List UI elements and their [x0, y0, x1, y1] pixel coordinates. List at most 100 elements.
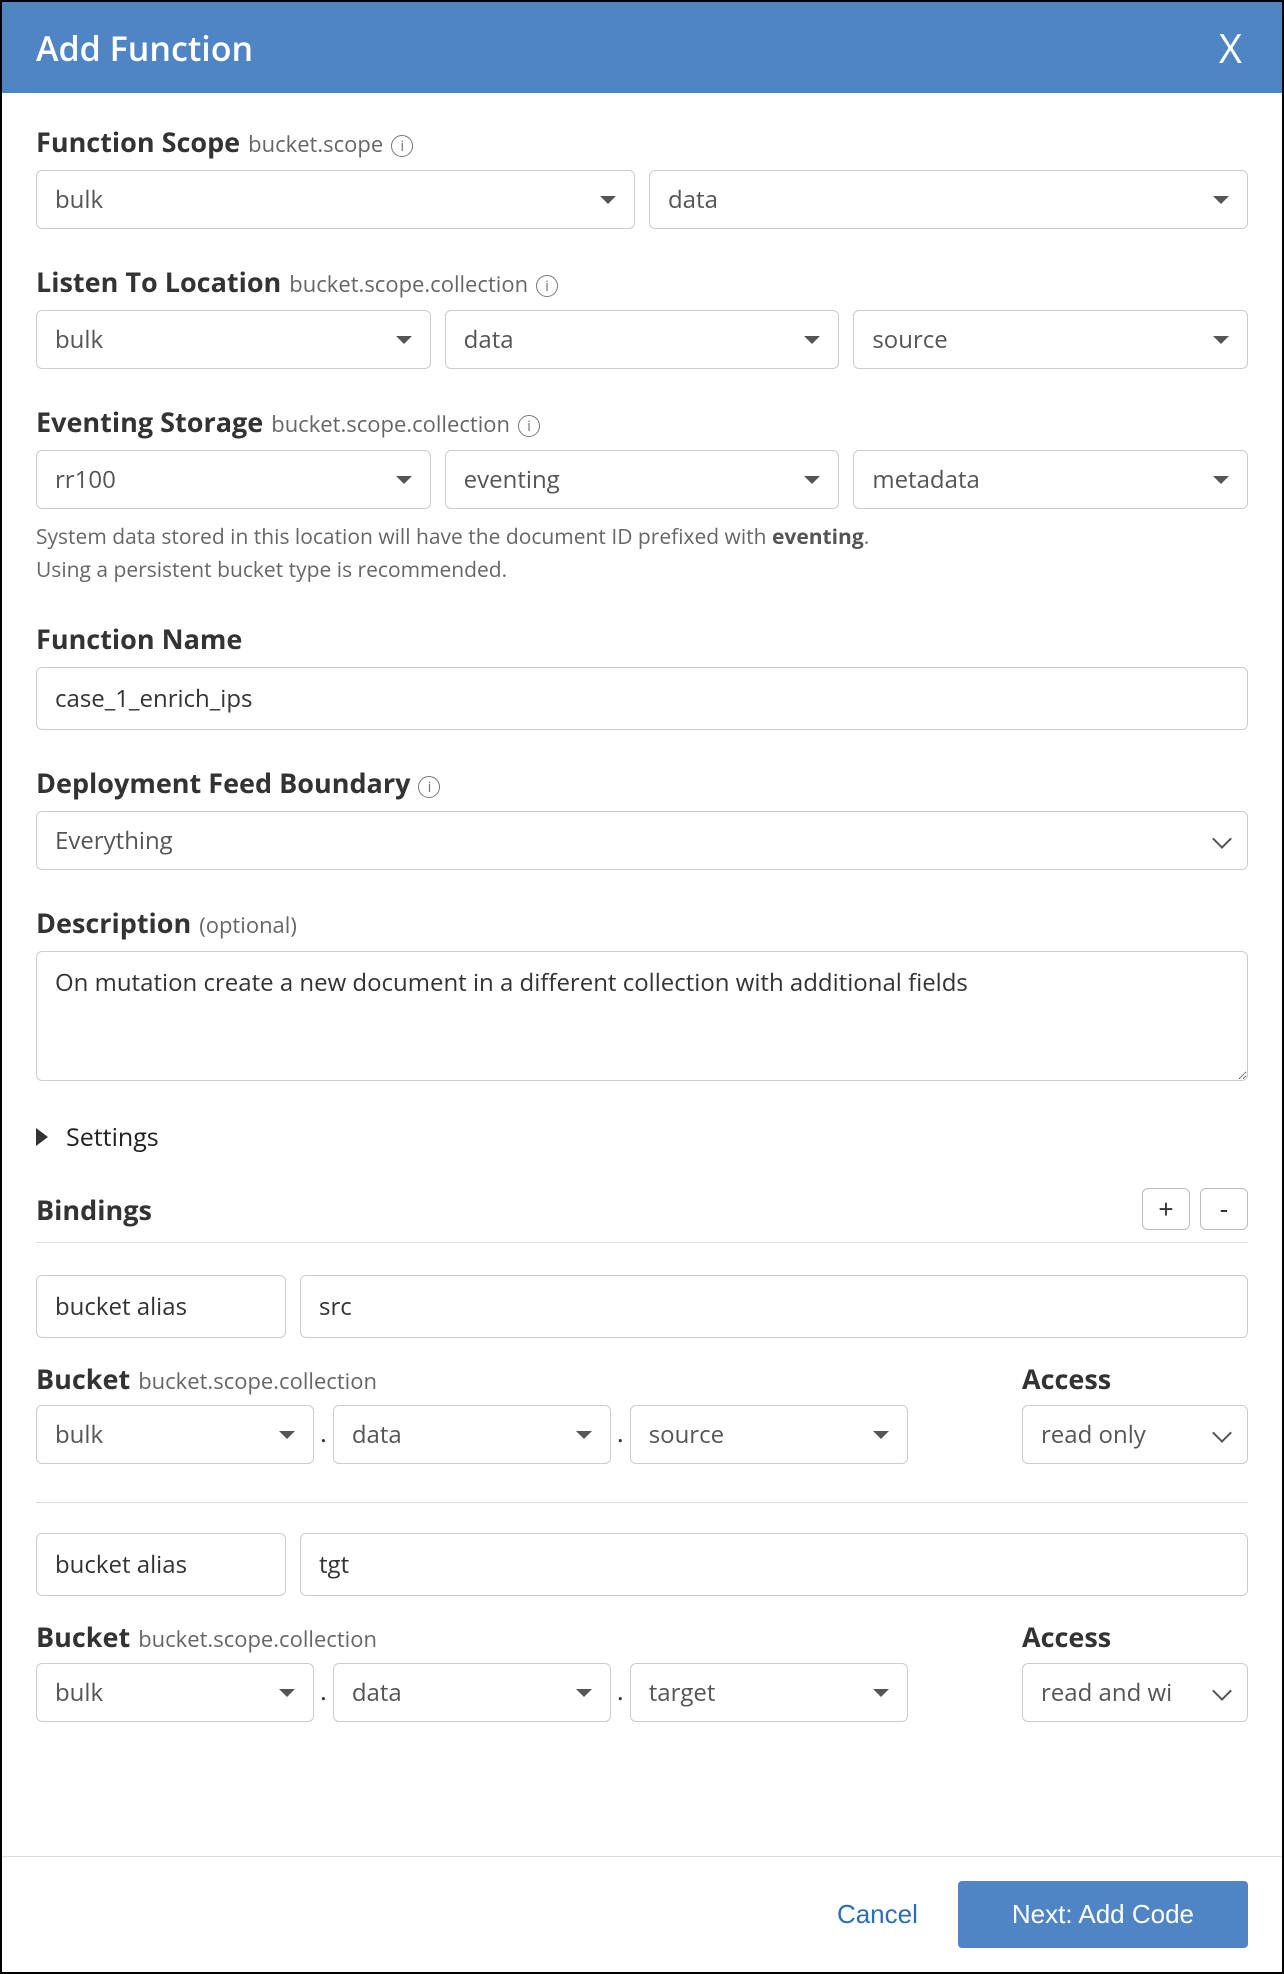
- storage-bucket-value: rr100: [55, 463, 116, 496]
- bindings-label: Bindings: [36, 1191, 152, 1228]
- binding-bucket-select[interactable]: bulk: [36, 1405, 314, 1464]
- binding-bucket-label-text: Bucket: [36, 1618, 130, 1655]
- feed-label-text: Deployment Feed Boundary: [36, 764, 410, 801]
- settings-toggle[interactable]: Settings: [36, 1120, 1248, 1154]
- feed-boundary-group: Deployment Feed Boundary i Everything: [36, 764, 1248, 870]
- storage-collection-value: metadata: [872, 463, 980, 496]
- info-icon[interactable]: i: [391, 135, 413, 157]
- binding-collection-select[interactable]: target: [630, 1663, 908, 1722]
- binding-bucket-label: Bucket bucket.scope.collection: [36, 1618, 962, 1655]
- listen-bucket-select[interactable]: bulk: [36, 310, 431, 369]
- dialog-titlebar: Add Function X: [2, 2, 1282, 93]
- binding-bucket-select[interactable]: bulk: [36, 1663, 314, 1722]
- function-name-label: Function Name: [36, 620, 1248, 657]
- next-add-code-button[interactable]: Next: Add Code: [958, 1881, 1248, 1948]
- binding-access-select[interactable]: read and wi: [1022, 1663, 1248, 1722]
- chevron-down-icon: [873, 1431, 889, 1439]
- divider: [36, 1242, 1248, 1243]
- info-icon[interactable]: i: [536, 275, 558, 297]
- function-scope-hint: bucket.scope: [248, 129, 383, 159]
- settings-label: Settings: [66, 1120, 159, 1154]
- chevron-down-icon: [396, 336, 412, 344]
- listen-hint: bucket.scope.collection: [289, 269, 528, 299]
- binding-access-select[interactable]: read only: [1022, 1405, 1248, 1464]
- feed-boundary-label: Deployment Feed Boundary i: [36, 764, 1248, 801]
- scope-scope-select[interactable]: data: [649, 170, 1248, 229]
- storage-helper-a2: .: [864, 523, 870, 551]
- listen-scope-select[interactable]: data: [445, 310, 840, 369]
- listen-location-group: Listen To Location bucket.scope.collecti…: [36, 263, 1248, 369]
- binding-access-value: read and wi: [1041, 1676, 1172, 1709]
- chevron-down-icon: [576, 1431, 592, 1439]
- divider: [36, 1502, 1248, 1503]
- eventing-storage-group: Eventing Storage bucket.scope.collection…: [36, 403, 1248, 586]
- chevron-down-icon: [1215, 1418, 1229, 1451]
- storage-helper-a: System data stored in this location will…: [36, 523, 772, 551]
- binding-bucket-hint: bucket.scope.collection: [138, 1366, 377, 1396]
- function-name-input[interactable]: [36, 667, 1248, 730]
- binding-bucket-label: Bucket bucket.scope.collection: [36, 1360, 962, 1397]
- storage-scope-value: eventing: [464, 463, 560, 496]
- binding-access-label: Access: [1022, 1618, 1248, 1655]
- binding-bucket-hint: bucket.scope.collection: [138, 1624, 377, 1654]
- chevron-down-icon: [1213, 196, 1229, 204]
- listen-location-label: Listen To Location bucket.scope.collecti…: [36, 263, 1248, 300]
- binding-type-select[interactable]: bucket alias: [36, 1533, 286, 1596]
- storage-hint: bucket.scope.collection: [271, 409, 510, 439]
- binding-scope-value: data: [352, 1418, 402, 1451]
- info-icon[interactable]: i: [518, 415, 540, 437]
- info-icon[interactable]: i: [418, 776, 440, 798]
- close-icon[interactable]: X: [1213, 20, 1248, 75]
- binding-bucket-label-text: Bucket: [36, 1360, 130, 1397]
- description-group: Description (optional): [36, 904, 1248, 1086]
- bindings-header: Bindings + -: [36, 1188, 1248, 1230]
- cancel-button[interactable]: Cancel: [837, 1899, 918, 1930]
- binding-row: bucket alias Bucket bucket.scope.collect…: [36, 1275, 1248, 1464]
- chevron-down-icon: [1213, 336, 1229, 344]
- storage-scope-select[interactable]: eventing: [445, 450, 840, 509]
- remove-binding-button[interactable]: -: [1200, 1188, 1248, 1230]
- add-function-dialog: Add Function X Function Scope bucket.sco…: [0, 0, 1284, 1974]
- storage-label-text: Eventing Storage: [36, 403, 263, 440]
- bindings-add-remove: + -: [1142, 1188, 1248, 1230]
- chevron-down-icon: [600, 196, 616, 204]
- storage-helper-bold: eventing: [772, 523, 864, 551]
- binding-access-value: read only: [1041, 1418, 1146, 1451]
- listen-collection-select[interactable]: source: [853, 310, 1248, 369]
- add-binding-button[interactable]: +: [1142, 1188, 1190, 1230]
- binding-row: bucket alias Bucket bucket.scope.collect…: [36, 1533, 1248, 1722]
- chevron-down-icon: [1215, 1676, 1229, 1709]
- storage-collection-select[interactable]: metadata: [853, 450, 1248, 509]
- binding-collection-select[interactable]: source: [630, 1405, 908, 1464]
- listen-scope-value: data: [464, 323, 514, 356]
- binding-access-label-text: Access: [1022, 1360, 1111, 1397]
- scope-scope-value: data: [668, 183, 718, 216]
- function-name-group: Function Name: [36, 620, 1248, 730]
- chevron-down-icon: [804, 336, 820, 344]
- binding-alias-input[interactable]: [300, 1533, 1248, 1596]
- dot-separator: .: [318, 1414, 329, 1464]
- binding-access-label-text: Access: [1022, 1618, 1111, 1655]
- eventing-storage-label: Eventing Storage bucket.scope.collection…: [36, 403, 1248, 440]
- storage-bucket-select[interactable]: rr100: [36, 450, 431, 509]
- binding-type-select[interactable]: bucket alias: [36, 1275, 286, 1338]
- description-textarea[interactable]: [36, 951, 1248, 1081]
- binding-scope-select[interactable]: data: [333, 1663, 611, 1722]
- chevron-down-icon: [1215, 824, 1229, 857]
- chevron-down-icon: [804, 476, 820, 484]
- scope-bucket-select[interactable]: bulk: [36, 170, 635, 229]
- storage-helper: System data stored in this location will…: [36, 521, 1248, 586]
- scope-bucket-value: bulk: [55, 183, 103, 216]
- binding-alias-input[interactable]: [300, 1275, 1248, 1338]
- listen-collection-value: source: [872, 323, 947, 356]
- feed-boundary-select[interactable]: Everything: [36, 811, 1248, 870]
- chevron-down-icon: [873, 1689, 889, 1697]
- binding-access-label: Access: [1022, 1360, 1248, 1397]
- binding-scope-select[interactable]: data: [333, 1405, 611, 1464]
- listen-bucket-value: bulk: [55, 323, 103, 356]
- storage-helper-b: Using a persistent bucket type is recomm…: [36, 556, 507, 584]
- dialog-footer: Cancel Next: Add Code: [2, 1856, 1282, 1972]
- feed-value: Everything: [55, 824, 173, 857]
- binding-collection-value: target: [649, 1676, 716, 1709]
- dialog-title: Add Function: [36, 25, 253, 71]
